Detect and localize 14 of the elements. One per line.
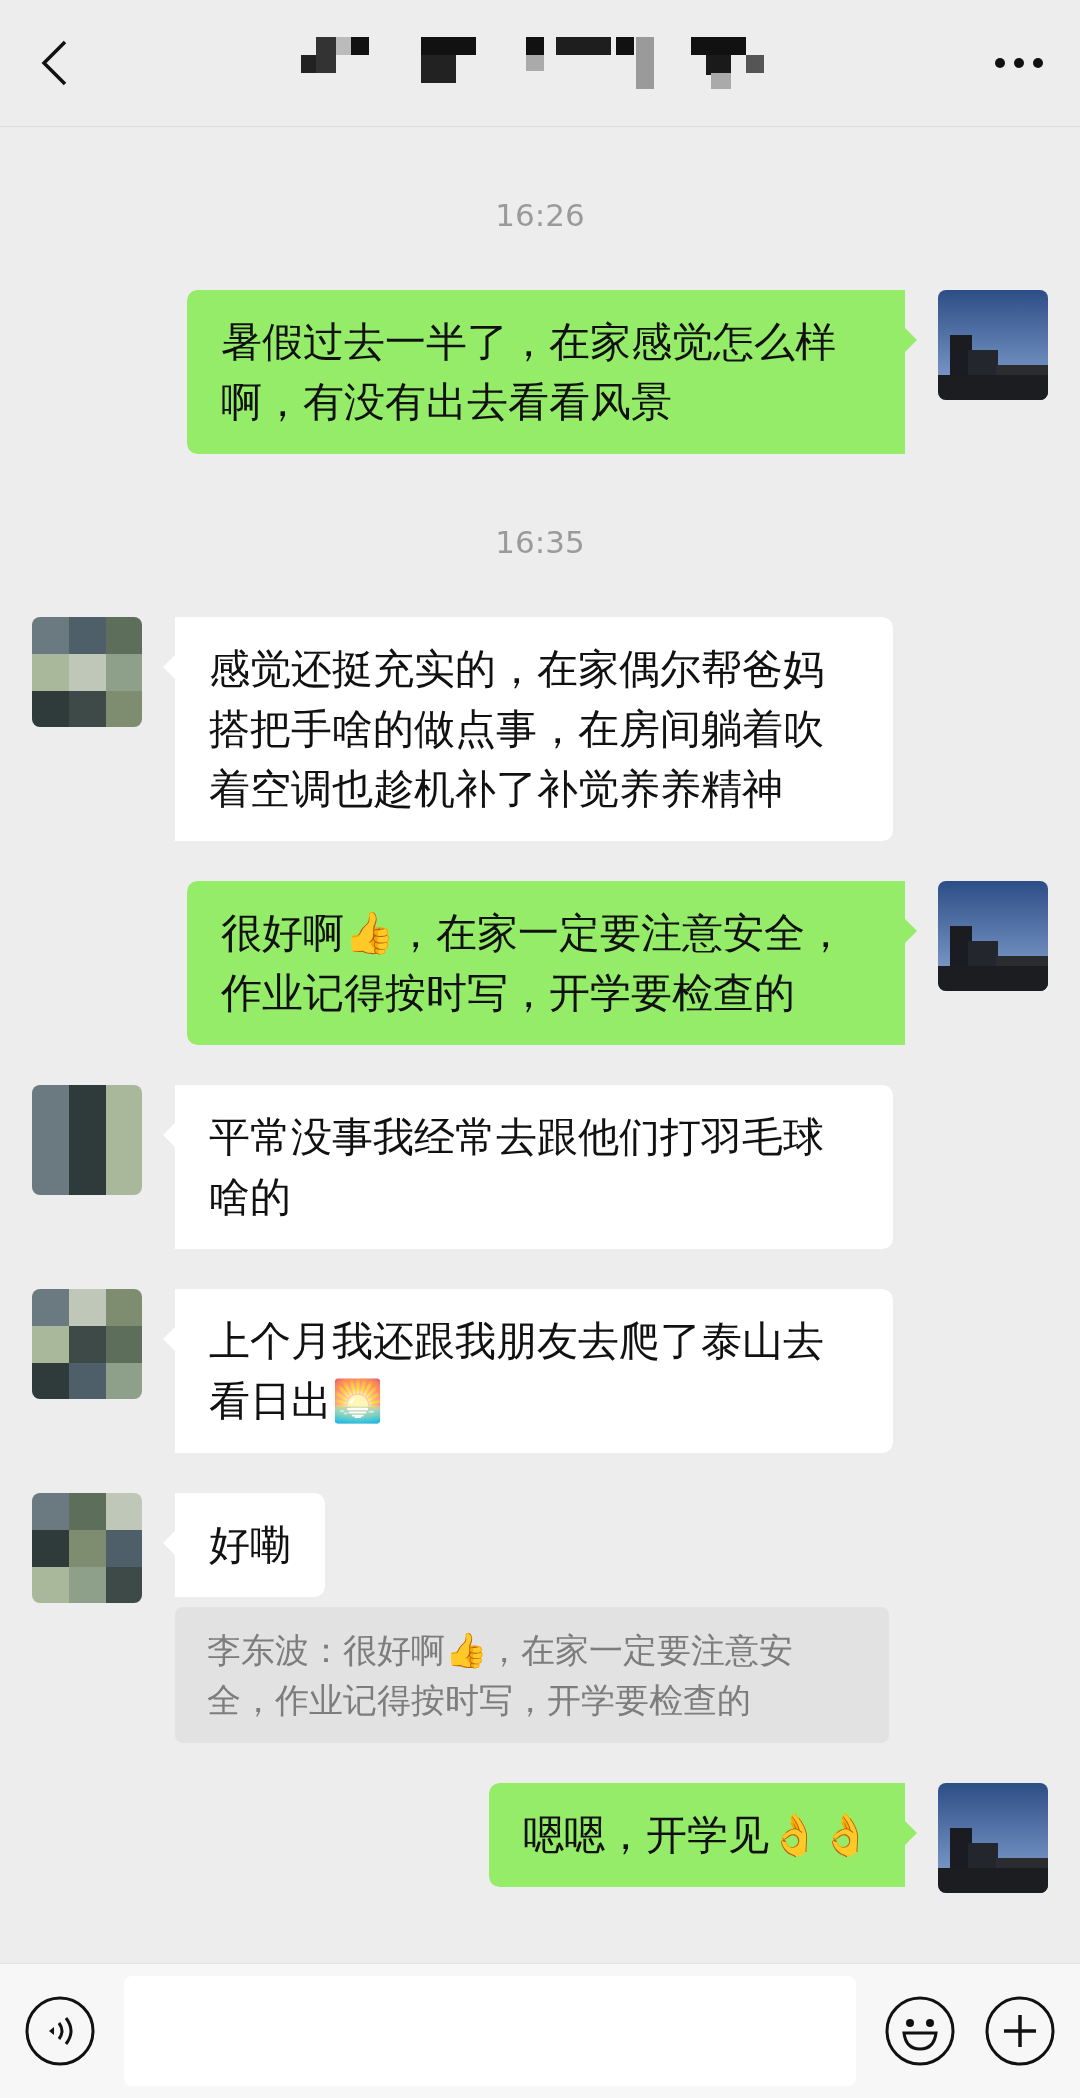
message-bubble[interactable]: 平常没事我经常去跟他们打羽毛球啥的 bbox=[163, 1085, 893, 1249]
more-icon[interactable] bbox=[994, 57, 1044, 69]
message-bubble[interactable]: 很好啊👍，在家一定要注意安全，作业记得按时写，开学要检查的 bbox=[187, 881, 917, 1045]
message-bubble[interactable]: 好嘞 bbox=[163, 1493, 325, 1597]
message-bubble[interactable]: 暑假过去一半了，在家感觉怎么样啊，有没有出去看看风景 bbox=[187, 290, 917, 454]
plus-icon[interactable] bbox=[984, 1995, 1056, 2067]
back-icon[interactable] bbox=[40, 40, 68, 86]
emoji-icon[interactable] bbox=[884, 1995, 956, 2067]
message-bubble[interactable]: 嗯嗯，开学见👌👌 bbox=[489, 1783, 917, 1887]
timestamp: 16:26 bbox=[495, 196, 585, 235]
timestamp: 16:35 bbox=[495, 523, 585, 562]
message-bubble[interactable]: 上个月我还跟我朋友去爬了泰山去看日出🌅 bbox=[163, 1289, 893, 1453]
message-bubble[interactable]: 感觉还挺充实的，在家偶尔帮爸妈搭把手啥的做点事，在房间躺着吹着空调也趁机补了补觉养养精神 bbox=[163, 617, 893, 841]
voice-icon[interactable] bbox=[24, 1995, 96, 2067]
